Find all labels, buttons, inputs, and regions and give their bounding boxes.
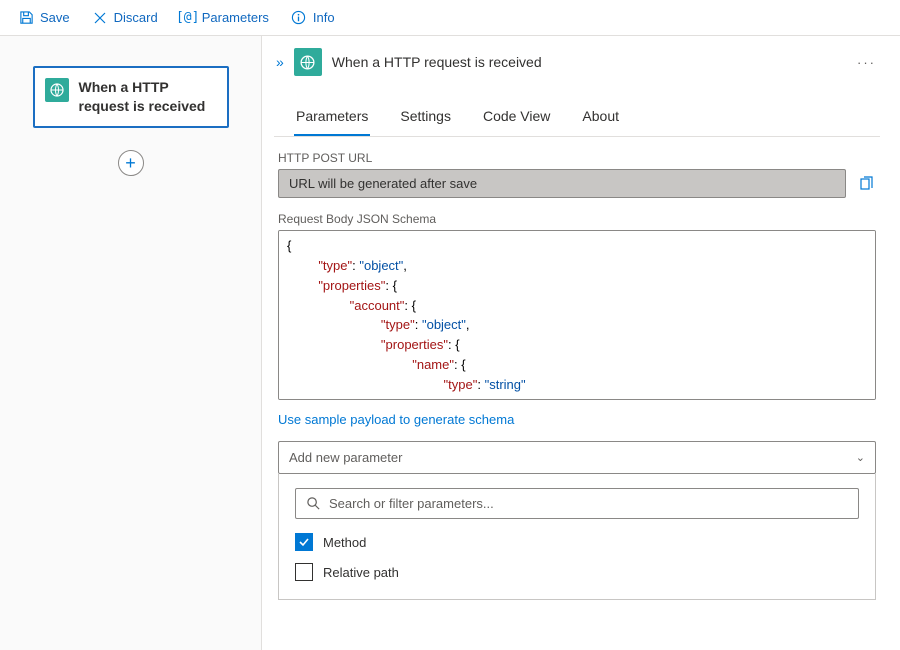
trigger-card-label: When a HTTP request is received (79, 78, 217, 116)
option-relative-label: Relative path (323, 565, 399, 580)
parameters-label: Parameters (202, 10, 269, 25)
schema-editor[interactable]: { "type": "object", "properties": { "acc… (278, 230, 876, 400)
tab-about[interactable]: About (580, 102, 621, 136)
save-button[interactable]: Save (8, 6, 80, 30)
save-label: Save (40, 10, 70, 25)
discard-label: Discard (114, 10, 158, 25)
info-label: Info (313, 10, 335, 25)
save-icon (18, 10, 34, 26)
tabs: Parameters Settings Code View About (274, 102, 880, 137)
checkbox-unchecked-icon (295, 563, 313, 581)
parameters-button[interactable]: [@] Parameters (170, 6, 279, 30)
http-trigger-icon (294, 48, 322, 76)
info-button[interactable]: Info (281, 6, 345, 30)
chevron-down-icon: ⌄ (856, 451, 865, 464)
form-area: HTTP POST URL URL will be generated afte… (274, 137, 880, 650)
toolbar: Save Discard [@] Parameters Info (0, 0, 900, 36)
tab-parameters[interactable]: Parameters (294, 102, 370, 136)
copy-url-button[interactable] (856, 174, 876, 194)
sample-payload-link[interactable]: Use sample payload to generate schema (278, 412, 514, 427)
add-parameter-dropdown[interactable]: Add new parameter ⌄ (278, 441, 876, 474)
trigger-card[interactable]: When a HTTP request is received (33, 66, 229, 128)
collapse-icon[interactable]: » (276, 54, 284, 70)
x-icon (92, 10, 108, 26)
add-step-button[interactable]: + (118, 150, 144, 176)
tab-code-view[interactable]: Code View (481, 102, 552, 136)
http-trigger-icon (45, 78, 69, 102)
option-method-label: Method (323, 535, 366, 550)
info-icon (291, 10, 307, 26)
designer-canvas: When a HTTP request is received + (0, 36, 262, 650)
checkbox-checked-icon (295, 533, 313, 551)
parameter-search-input[interactable] (329, 496, 848, 511)
discard-button[interactable]: Discard (82, 6, 168, 30)
option-relative-path[interactable]: Relative path (295, 563, 859, 581)
details-panel: » When a HTTP request is received ··· Pa… (262, 36, 900, 650)
parameter-search[interactable] (295, 488, 859, 519)
add-parameter-label: Add new parameter (289, 450, 402, 465)
tab-settings[interactable]: Settings (398, 102, 453, 136)
main-layout: When a HTTP request is received + » When… (0, 36, 900, 650)
panel-title: When a HTTP request is received (332, 54, 542, 70)
more-menu-button[interactable]: ··· (853, 55, 880, 70)
panel-header: » When a HTTP request is received ··· (274, 48, 880, 76)
http-url-label: HTTP POST URL (278, 151, 876, 165)
http-url-field: URL will be generated after save (278, 169, 846, 198)
option-method[interactable]: Method (295, 533, 859, 551)
parameter-options-panel: Method Relative path (278, 474, 876, 600)
parameters-icon: [@] (180, 10, 196, 26)
schema-label: Request Body JSON Schema (278, 212, 876, 226)
search-icon (306, 496, 321, 511)
